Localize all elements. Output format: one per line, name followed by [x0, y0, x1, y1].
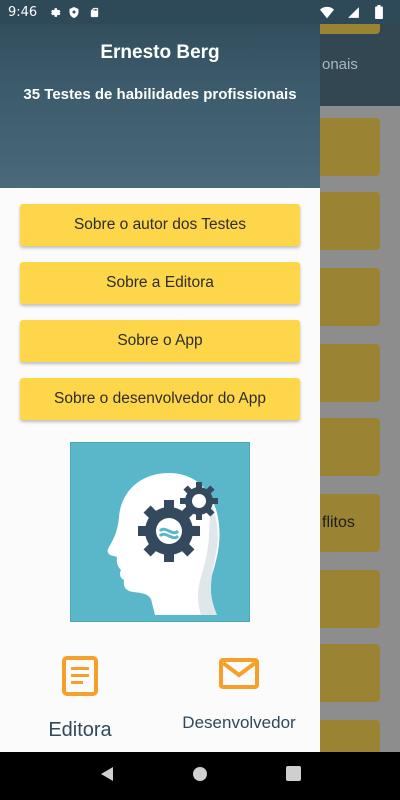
battery-icon — [372, 5, 386, 19]
home-icon[interactable] — [192, 766, 208, 787]
background-toolbar-title: onais — [322, 56, 358, 73]
document-icon — [40, 656, 120, 701]
mail-icon — [168, 656, 310, 695]
back-icon[interactable] — [99, 766, 115, 787]
about-app-button[interactable]: Sobre o App — [20, 320, 300, 362]
drawer-menu: Sobre o autor dos Testes Sobre a Editora… — [0, 188, 320, 420]
bottom-actions: Editora Desenvolvedor — [0, 656, 320, 746]
about-author-button[interactable]: Sobre o autor dos Testes — [20, 204, 300, 246]
about-publisher-button[interactable]: Sobre a Editora — [20, 262, 300, 304]
background-card-text: flitos — [322, 514, 355, 531]
author-name: Ernesto Berg — [100, 42, 220, 63]
editora-label: Editora — [48, 719, 112, 741]
shield-icon — [67, 5, 81, 19]
wifi-icon — [320, 5, 334, 19]
recents-icon[interactable] — [286, 766, 302, 786]
developer-action[interactable]: Desenvolvedor — [168, 656, 310, 733]
status-time: 9:46 — [8, 4, 38, 20]
system-navigation-bar — [0, 752, 400, 800]
drawer-header: Ernesto Berg 35 Testes de habilidades pr… — [0, 0, 320, 188]
navigation-drawer: Ernesto Berg 35 Testes de habilidades pr… — [0, 0, 320, 752]
status-bar: 9:46 — [0, 0, 400, 24]
editora-action[interactable]: Editora — [40, 656, 120, 742]
app-subtitle: 35 Testes de habilidades profissionais — [23, 86, 297, 103]
sd-card-icon — [87, 5, 101, 19]
signal-icon — [346, 5, 360, 19]
gear-icon — [47, 5, 61, 19]
developer-label: Desenvolvedor — [182, 713, 296, 732]
head-gears-icon — [70, 442, 250, 622]
about-developer-button[interactable]: Sobre o desenvolvedor do App — [20, 378, 300, 420]
